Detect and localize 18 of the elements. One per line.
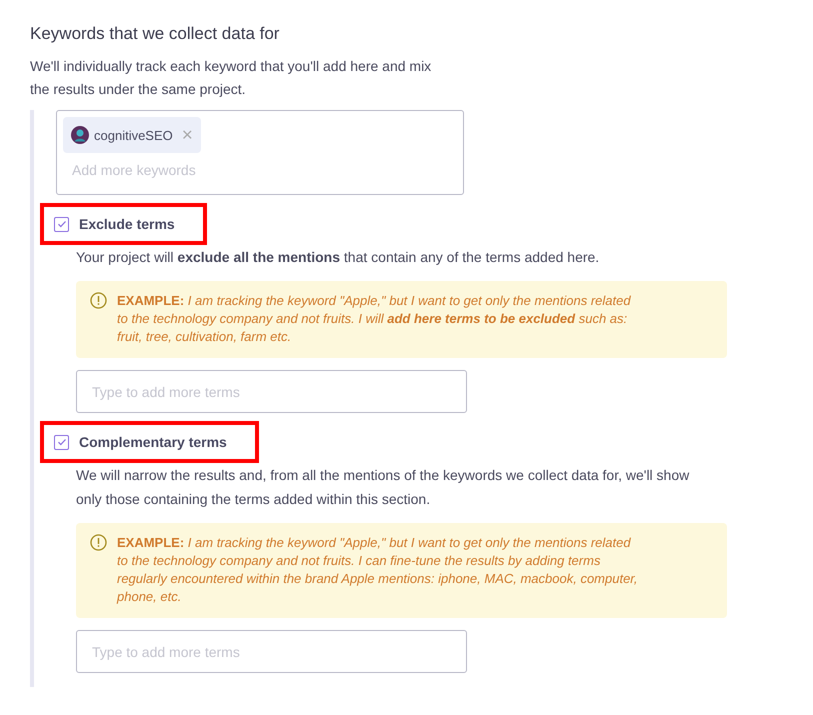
check-icon [56,437,66,447]
checkbox[interactable] [54,434,69,450]
terms-input[interactable]: Type to add more terms [76,370,467,413]
checkbox-label: Exclude terms [79,216,175,232]
info-icon [90,292,107,309]
terms-input[interactable]: Type to add more terms [76,630,467,673]
section-title: Keywords that we collect data for [30,24,280,44]
section-description: Your project will exclude all the mentions that contain any of the terms added here. [76,248,600,267]
checkbox[interactable] [54,216,69,232]
section-description: We'll individually track each keyword that you'll add here and mix the results under the same project. [30,57,432,99]
example-text: EXAMPLE: I am tracking the keyword "Apple," but I want to get only the mentions related to the technology company and not fruits. I can fine-tune the results by adding terms regularly encountered within the brand Apple mentions: iphone, MAC, macbook, computer, phone, etc. [117,534,639,606]
checkbox-label: Complementary terms [79,434,227,450]
example-text: EXAMPLE: I am tracking the keyword "Apple," but I want to get only the mentions related to the technology company and not fruits. I will add here terms to be excluded such as: fruit, tree, cultivation, farm etc. [117,292,632,346]
section-description: We will narrow the results and, from all the mentions of the keywords we collect data for, we'll show only those containing the terms added within this section. [76,466,690,509]
avatar-icon [71,126,89,144]
info-icon [90,534,107,551]
check-icon [56,219,66,229]
keyword-tag[interactable]: cognitiveSEO × [63,117,201,153]
